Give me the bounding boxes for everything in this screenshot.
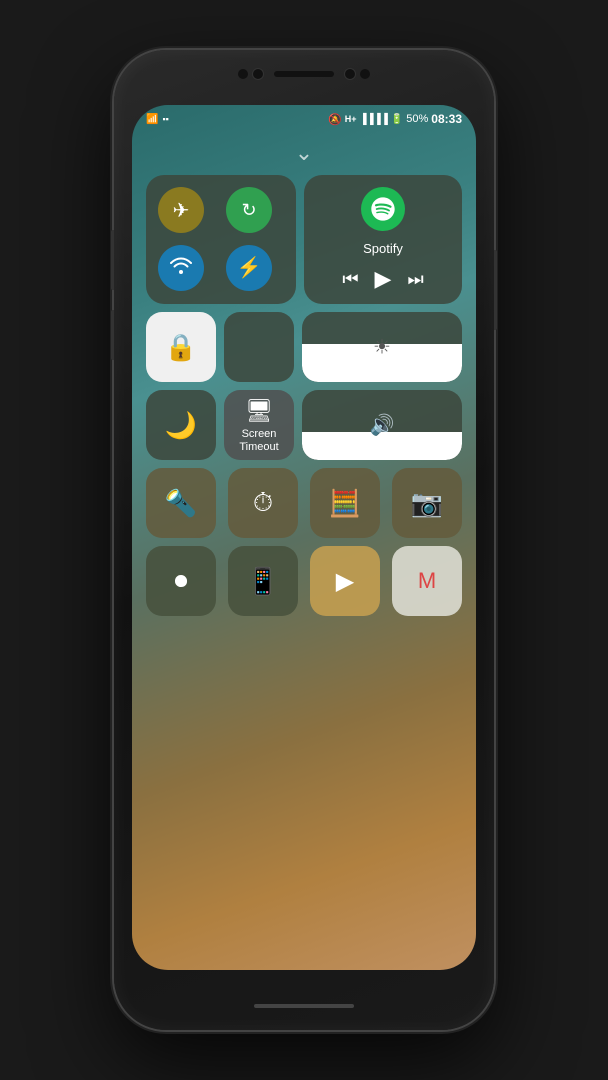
bluetooth-button[interactable]: ⚡ [226,245,272,291]
home-indicator [254,1004,354,1008]
timer-button[interactable]: ⏱ [228,468,298,538]
bixby-button[interactable] [111,310,114,360]
screen-timeout-icon: 🖥 [245,398,273,424]
row-apps: ⏺ 📱 ▶ M [146,546,462,616]
bluetooth-icon: ⚡ [237,255,262,280]
screen-rotate-button[interactable]: ↻ [226,187,272,233]
camera-icon: 📷 [411,488,443,519]
media-previous-button[interactable]: ⏮ [342,269,358,290]
signal-strength-icon: ▐▐▐▐ [359,114,387,125]
rotate-icon: ↻ [241,200,256,221]
calculator-button[interactable]: 🧮 [310,468,380,538]
volume-button[interactable] [111,230,114,290]
camera-front [252,68,264,80]
spotify-panel: Spotify ⏮ ▶ ⏭ [304,175,462,304]
camera-right-1 [344,68,356,80]
volume-slider[interactable]: 🔊 [302,390,462,460]
phone-top-bar [114,68,494,80]
spotify-logo [361,187,405,231]
chevron-down-icon[interactable]: ⌄ [295,140,313,166]
camera-dot-left [238,69,248,79]
camera-button[interactable]: 📷 [392,468,462,538]
signal-bars-icon: 📶 [146,114,158,125]
media-next-button[interactable]: ⏭ [407,269,423,290]
airplane-mode-button[interactable]: ✈ [158,187,204,233]
row-utility: 🔦 ⏱ 🧮 📷 [146,468,462,538]
wifi-button[interactable] [158,245,204,291]
phone-frame: 📶 ▪▪ 🔕 H+ ▐▐▐▐ 🔋 50% 08:33 ⌄ ✈ [114,50,494,1030]
mute-icon: 🔕 [328,113,342,126]
network-type-icon: H+ [345,114,357,124]
calculator-icon: 🧮 [329,488,361,519]
speaker-earpiece [274,71,334,77]
row-toggles-sliders: 🔒 🌙 🖥 ScreenTimeout [146,312,462,460]
chevron-down-container[interactable]: ⌄ [132,140,476,166]
row-top: ✈ ↻ [146,175,462,304]
lock-rotation-icon: 🔒 [165,332,197,363]
record-icon: ⏺ [174,565,187,597]
brightness-slider[interactable]: ☀ [302,312,462,382]
brightness-icon: ☀ [373,335,391,360]
timer-icon: ⏱ [253,487,273,519]
phone-screen: 📶 ▪▪ 🔕 H+ ▐▐▐▐ 🔋 50% 08:33 ⌄ ✈ [132,105,476,970]
wifi-status-icon: ▪▪ [162,114,168,124]
flashlight-icon: 🔦 [165,488,197,519]
wifi-icon [170,256,192,279]
volume-icon: 🔊 [370,413,395,438]
flashlight-button[interactable]: 🔦 [146,468,216,538]
screen-record-button[interactable]: ⏺ [146,546,216,616]
play-store-icon: ▶ [336,567,354,596]
battery-percentage: 50% [406,113,428,125]
play-store-button[interactable]: ▶ [310,546,380,616]
control-panel: ✈ ↻ [146,175,462,616]
moon-icon: 🌙 [165,410,197,441]
status-bar: 📶 ▪▪ 🔕 H+ ▐▐▐▐ 🔋 50% 08:33 [132,105,476,133]
smart-view-button[interactable]: 📱 [228,546,298,616]
battery-icon: 🔋 [391,114,403,125]
extra-toggle-1[interactable] [224,312,294,382]
time-display: 08:33 [431,112,462,126]
media-play-button[interactable]: ▶ [375,266,392,292]
gmail-button[interactable]: M [392,546,462,616]
power-button[interactable] [494,250,497,330]
screen-lock-rotation-button[interactable]: 🔒 [146,312,216,382]
screen-timeout-label: ScreenTimeout [239,428,278,454]
spotify-label: Spotify [363,241,403,256]
night-mode-button[interactable]: 🌙 [146,390,216,460]
connectivity-grid: ✈ ↻ [146,175,296,304]
screen-timeout-button[interactable]: 🖥 ScreenTimeout [224,390,294,460]
status-bar-left: 📶 ▪▪ [146,114,169,125]
status-bar-right: 🔕 H+ ▐▐▐▐ 🔋 50% 08:33 [328,112,462,126]
slider-group: ☀ 🔊 [302,312,462,460]
gmail-icon: M [418,568,436,594]
spotify-controls: ⏮ ▶ ⏭ [342,266,423,292]
airplane-icon: ✈ [173,198,190,223]
mobile-cast-icon: 📱 [247,566,279,597]
camera-right-2 [360,69,370,79]
